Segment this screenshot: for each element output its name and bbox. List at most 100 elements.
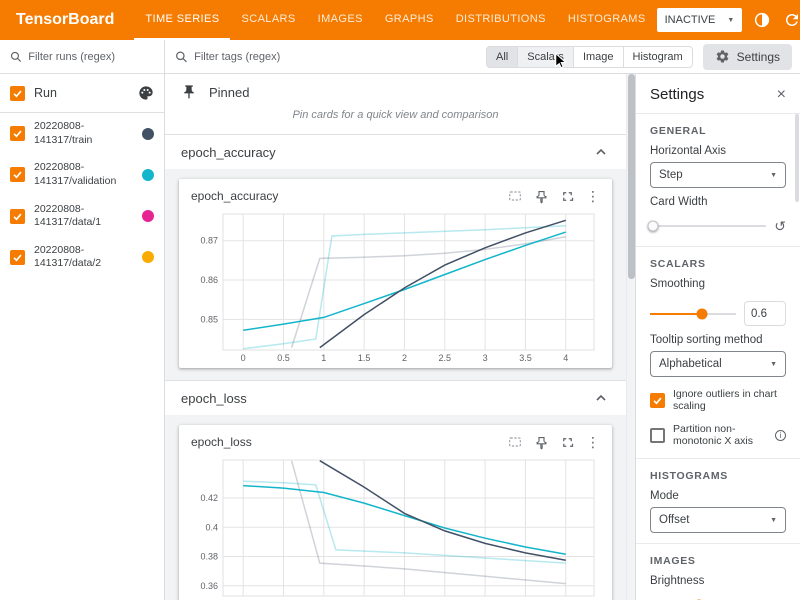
- tooltip-sorting-value: Alphabetical: [659, 358, 722, 370]
- filter-all-button[interactable]: All: [486, 46, 518, 68]
- close-icon[interactable]: ×: [777, 87, 786, 103]
- settings-panel-title: Settings: [650, 86, 704, 103]
- check-icon: [12, 88, 23, 99]
- contrast-icon: [753, 11, 771, 29]
- slider-handle[interactable]: [696, 308, 707, 319]
- partition-x-checkbox[interactable]: [650, 428, 665, 443]
- settings-button-label: Settings: [737, 50, 780, 64]
- fullscreen-icon: [560, 189, 575, 204]
- ignore-outliers-checkbox[interactable]: [650, 393, 665, 408]
- partition-x-row[interactable]: Partition non-monotonic X axis i: [650, 423, 786, 447]
- tooltip-sorting-select[interactable]: Alphabetical ▼: [650, 351, 786, 377]
- settings-button[interactable]: Settings: [703, 44, 792, 70]
- horizontal-axis-select[interactable]: Step ▼: [650, 162, 786, 188]
- filter-scalars-button[interactable]: Scalars: [518, 46, 574, 68]
- smoothing-input[interactable]: [744, 301, 786, 326]
- scrollbar-thumb[interactable]: [628, 74, 635, 279]
- check-icon: [12, 128, 23, 139]
- tab-images[interactable]: IMAGES: [307, 0, 374, 40]
- reload-status-value: INACTIVE: [665, 14, 716, 26]
- pin-card-button[interactable]: [534, 189, 549, 204]
- collapse-button[interactable]: [592, 389, 610, 407]
- svg-text:4: 4: [563, 353, 568, 363]
- chevron-up-icon: [592, 389, 610, 407]
- brightness-label: Brightness: [650, 575, 786, 587]
- run-checkbox[interactable]: [10, 209, 25, 224]
- filter-histogram-button[interactable]: Histogram: [624, 46, 693, 68]
- section-header[interactable]: epoch_accuracy: [165, 135, 626, 169]
- run-label: 20220808-141317/validation: [34, 161, 133, 188]
- info-icon: i: [775, 430, 786, 441]
- fit-domain-button[interactable]: [507, 188, 523, 204]
- slider-handle[interactable]: [648, 221, 659, 232]
- pin-card-button[interactable]: [534, 435, 549, 450]
- card-header: epoch_loss: [189, 431, 602, 454]
- epoch-loss-chart[interactable]: 0.360.380.40.4200.511.522.533.54: [189, 454, 602, 600]
- runs-filter-input[interactable]: [28, 51, 154, 63]
- more-options-button[interactable]: ⋮: [586, 189, 600, 203]
- tooltip-sorting-label: Tooltip sorting method: [650, 334, 786, 346]
- tab-graphs[interactable]: GRAPHS: [374, 0, 445, 40]
- run-row-validation[interactable]: 20220808-141317/validation: [0, 154, 164, 195]
- fullscreen-button[interactable]: [560, 435, 575, 450]
- collapse-button[interactable]: [592, 143, 610, 161]
- settings-scrollbar-thumb[interactable]: [795, 114, 799, 202]
- epoch-accuracy-chart[interactable]: 0.850.860.8700.511.522.533.54: [189, 208, 602, 366]
- run-row-data-2[interactable]: 20220808-141317/data/2: [0, 237, 164, 278]
- ignore-outliers-label: Ignore outliers in chart scaling: [673, 388, 786, 412]
- fit-domain-button[interactable]: [507, 434, 523, 450]
- svg-text:0.86: 0.86: [200, 275, 218, 285]
- tab-time-series[interactable]: TIME SERIES: [134, 0, 230, 40]
- more-options-button[interactable]: ⋮: [586, 435, 600, 449]
- histogram-mode-select[interactable]: Offset ▼: [650, 507, 786, 533]
- pin-icon: [181, 84, 197, 100]
- reset-icon[interactable]: ↺: [774, 219, 786, 233]
- card-header: epoch_accuracy: [189, 185, 602, 208]
- main-scrollbar[interactable]: [626, 74, 635, 600]
- section-body: epoch_accuracy: [165, 169, 626, 380]
- run-checkbox[interactable]: [10, 250, 25, 265]
- fullscreen-icon: [560, 435, 575, 450]
- run-color-dot: [142, 210, 154, 222]
- card-width-slider[interactable]: [650, 225, 766, 227]
- plugin-filter-group: All Scalars Image Histogram: [486, 46, 693, 68]
- svg-text:0: 0: [241, 353, 246, 363]
- smoothing-slider[interactable]: [650, 313, 736, 315]
- tab-histograms[interactable]: HISTOGRAMS: [557, 0, 657, 40]
- tag-filter-input[interactable]: [194, 51, 476, 63]
- run-row-data-1[interactable]: 20220808-141317/data/1: [0, 196, 164, 237]
- reload-status-select[interactable]: INACTIVE ▼: [657, 8, 743, 32]
- search-icon: [10, 50, 22, 64]
- smoothing-control: [650, 301, 786, 326]
- check-icon: [652, 395, 663, 406]
- filter-image-button[interactable]: Image: [574, 46, 624, 68]
- run-select-all-checkbox[interactable]: [10, 86, 25, 101]
- partition-x-label: Partition non-monotonic X axis: [673, 423, 767, 447]
- run-label: 20220808-141317/data/1: [34, 203, 133, 230]
- run-color-dot: [142, 128, 154, 140]
- ignore-outliers-row[interactable]: Ignore outliers in chart scaling: [650, 388, 786, 412]
- settings-section-general: GENERAL Horizontal Axis Step ▼ Card Widt…: [636, 113, 800, 246]
- palette-icon[interactable]: [138, 85, 154, 101]
- section-header[interactable]: epoch_loss: [165, 381, 626, 415]
- svg-text:0.4: 0.4: [205, 522, 218, 532]
- dark-mode-toggle[interactable]: [752, 10, 772, 30]
- runs-header: Run: [0, 74, 164, 113]
- run-checkbox[interactable]: [10, 167, 25, 182]
- chevron-down-icon: ▼: [770, 517, 777, 524]
- top-bar: TensorBoard TIME SERIES SCALARS IMAGES G…: [0, 0, 800, 40]
- refresh-button[interactable]: [782, 10, 800, 30]
- tab-distributions[interactable]: DISTRIBUTIONS: [445, 0, 557, 40]
- tab-scalars[interactable]: SCALARS: [230, 0, 306, 40]
- check-icon: [12, 211, 23, 222]
- svg-text:0.38: 0.38: [200, 552, 218, 562]
- section-epoch-loss: epoch_loss epoch_loss: [165, 380, 626, 600]
- run-checkbox[interactable]: [10, 126, 25, 141]
- runs-header-label: Run: [34, 86, 129, 100]
- run-row-train[interactable]: 20220808-141317/train: [0, 113, 164, 154]
- fit-domain-icon: [507, 188, 523, 204]
- gear-icon: [715, 49, 730, 64]
- card-width-label: Card Width: [650, 196, 786, 208]
- fullscreen-button[interactable]: [560, 189, 575, 204]
- smoothing-label: Smoothing: [650, 278, 786, 290]
